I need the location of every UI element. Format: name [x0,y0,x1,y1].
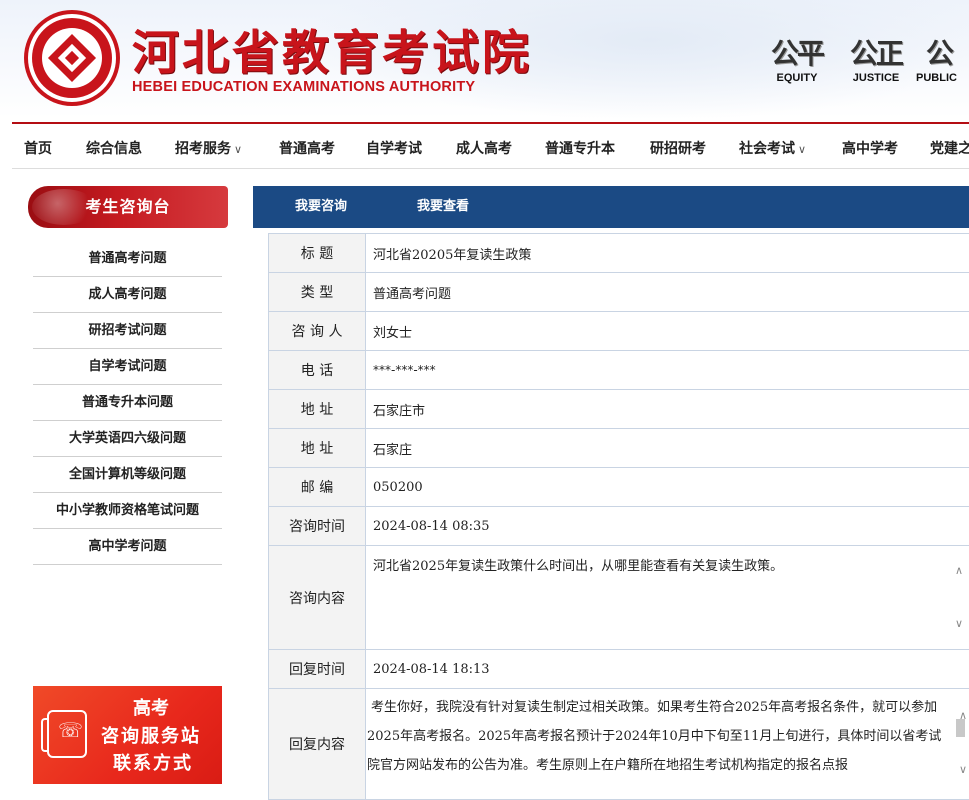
value-type: 普通高考问题 [373,286,452,302]
main-nav: 首页 综合信息 招考服务 ∨ 普通高考 自学考试 成人高考 普通专升本 研招研考 … [0,128,969,168]
banner-line-3: 联系方式 [113,753,193,774]
scroll-up-icon[interactable]: ∧ [955,558,963,584]
row-reply-time: 回复时间 2024-08-14 18:13 [268,650,969,689]
row-phone: 电 话 ***-***-*** [268,351,969,390]
nav-general-info[interactable]: 综合信息 [86,138,142,158]
motto-justice: 公正 JUSTICE [836,38,916,86]
sidebar-item-cet[interactable]: 大学英语四六级问题 [33,421,222,457]
reply-scrollbar[interactable]: ∧ ∨ [952,689,969,799]
scrollbar-thumb[interactable] [956,719,965,737]
nav-high-school[interactable]: 高中学考 [842,138,898,158]
phone-icon: ☏ [41,710,87,758]
row-address-1: 地 址 石家庄市 [268,390,969,429]
sidebar-list: 普通高考问题 成人高考问题 研招考试问题 自学考试问题 普通专升本问题 大学英语… [33,240,222,565]
nav-home[interactable]: 首页 [24,138,52,158]
value-address-2: 石家庄 [373,442,413,458]
value-address-1: 石家庄市 [373,403,426,419]
motto-public-en: PUBLIC [916,72,957,84]
consult-detail-table: 标 题 河北省20205年复读生政策 类 型 普通高考问题 咨 询 人 刘女士 … [268,233,969,800]
value-postcode: 050200 [373,479,423,495]
sidebar-item-teacher[interactable]: 中小学教师资格笔试问题 [33,493,222,529]
scroll-down-icon[interactable]: ∨ [955,611,963,637]
label-postcode: 邮 编 [268,468,366,506]
tab-view[interactable]: 我要查看 [417,186,469,228]
label-title: 标 题 [268,234,366,272]
scroll-down-icon[interactable]: ∨ [955,755,967,784]
nav-gaokao[interactable]: 普通高考 [279,138,335,158]
value-phone: ***-***-*** [373,363,436,377]
value-title: 河北省20205年复读生政策 [373,247,532,263]
row-address-2: 地 址 石家庄 [268,429,969,468]
label-address-2: 地 址 [268,429,366,467]
label-question: 咨询内容 [268,546,366,649]
label-reply-time: 回复时间 [268,650,366,688]
chevron-down-icon: ∨ [798,143,807,156]
label-type: 类 型 [268,273,366,311]
label-person: 咨 询 人 [268,312,366,350]
motto-equity: 公平 EQUITY [757,38,837,86]
sidebar-title: 考生咨询台 [85,197,171,216]
site-title-cn[interactable]: 河北省教育考试院 [132,14,532,83]
header-divider [12,122,969,124]
value-person: 刘女士 [373,325,413,341]
sidebar-item-graduate[interactable]: 研招考试问题 [33,313,222,349]
chevron-down-icon: ∨ [234,143,243,156]
row-consult-time: 咨询时间 2024-08-14 08:35 [268,507,969,546]
sidebar-item-high-school[interactable]: 高中学考问题 [33,529,222,565]
motto-equity-en: EQUITY [776,72,818,84]
row-postcode: 邮 编 050200 [268,468,969,507]
motto-public-cn: 公 [926,38,954,70]
row-person: 咨 询 人 刘女士 [268,312,969,351]
sidebar-item-ncre[interactable]: 全国计算机等级问题 [33,457,222,493]
sidebar-item-adult[interactable]: 成人高考问题 [33,277,222,313]
banner-line-1: 高考 [133,698,169,719]
sidebar-item-self-study[interactable]: 自学考试问题 [33,349,222,385]
reply-textarea[interactable]: 考生你好，我院没有针对复读生制定过相关政策。如果考生符合2025年高考报名条件，… [365,689,969,799]
label-consult-time: 咨询时间 [268,507,366,545]
consult-banner[interactable]: ☏ 高考 咨询服务站 联系方式 [33,686,222,784]
nav-divider [12,168,969,169]
question-textarea[interactable]: 河北省2025年复读生政策什么时间出，从哪里能查看有关复读生政策。 ∧ ∨ [365,546,969,649]
site-title-en[interactable]: HEBEI EDUCATION EXAMINATIONS AUTHORITY [132,79,475,95]
logo-seal-icon[interactable] [22,8,122,108]
value-consult-time: 2024-08-14 08:35 [373,518,490,534]
motto-equity-cn: 公平 [770,37,825,70]
nav-self-study[interactable]: 自学考试 [366,138,422,158]
sidebar-item-upgrade[interactable]: 普通专升本问题 [33,385,222,421]
nav-graduate[interactable]: 研招研考 [650,138,706,158]
row-reply: 回复内容 考生你好，我院没有针对复读生制定过相关政策。如果考生符合2025年高考… [268,689,969,800]
nav-upgrade[interactable]: 普通专升本 [545,138,615,158]
reply-text: 考生你好，我院没有针对复读生制定过相关政策。如果考生符合2025年高考报名条件，… [367,700,942,773]
question-text: 河北省2025年复读生政策什么时间出，从哪里能查看有关复读生政策。 [373,559,784,574]
row-title: 标 题 河北省20205年复读生政策 [268,234,969,273]
nav-exam-services[interactable]: 招考服务 ∨ [175,138,242,158]
banner-line-2: 咨询服务站 [101,726,201,747]
tab-bar: 我要咨询 我要查看 [253,186,969,228]
nav-social-exam[interactable]: 社会考试 ∨ [739,138,806,158]
label-reply: 回复内容 [268,689,366,799]
value-reply-time: 2024-08-14 18:13 [373,661,490,677]
label-address-1: 地 址 [268,390,366,428]
nav-adult-exam[interactable]: 成人高考 [456,138,512,158]
label-phone: 电 话 [268,351,366,389]
tab-ask[interactable]: 我要咨询 [295,186,347,228]
motto-public: 公 PUBLIC [912,38,969,86]
site-header: 河北省教育考试院 HEBEI EDUCATION EXAMINATIONS AU… [0,0,969,118]
question-scrollbar[interactable]: ∧ ∨ [952,546,969,649]
motto-justice-cn: 公正 [849,37,904,70]
motto-justice-en: JUSTICE [852,72,900,84]
sidebar-header: 考生咨询台 [28,186,228,228]
row-type: 类 型 普通高考问题 [268,273,969,312]
nav-party[interactable]: 党建之 [930,138,969,158]
sidebar-item-gaokao[interactable]: 普通高考问题 [33,240,222,277]
row-question: 咨询内容 河北省2025年复读生政策什么时间出，从哪里能查看有关复读生政策。 ∧… [268,546,969,650]
